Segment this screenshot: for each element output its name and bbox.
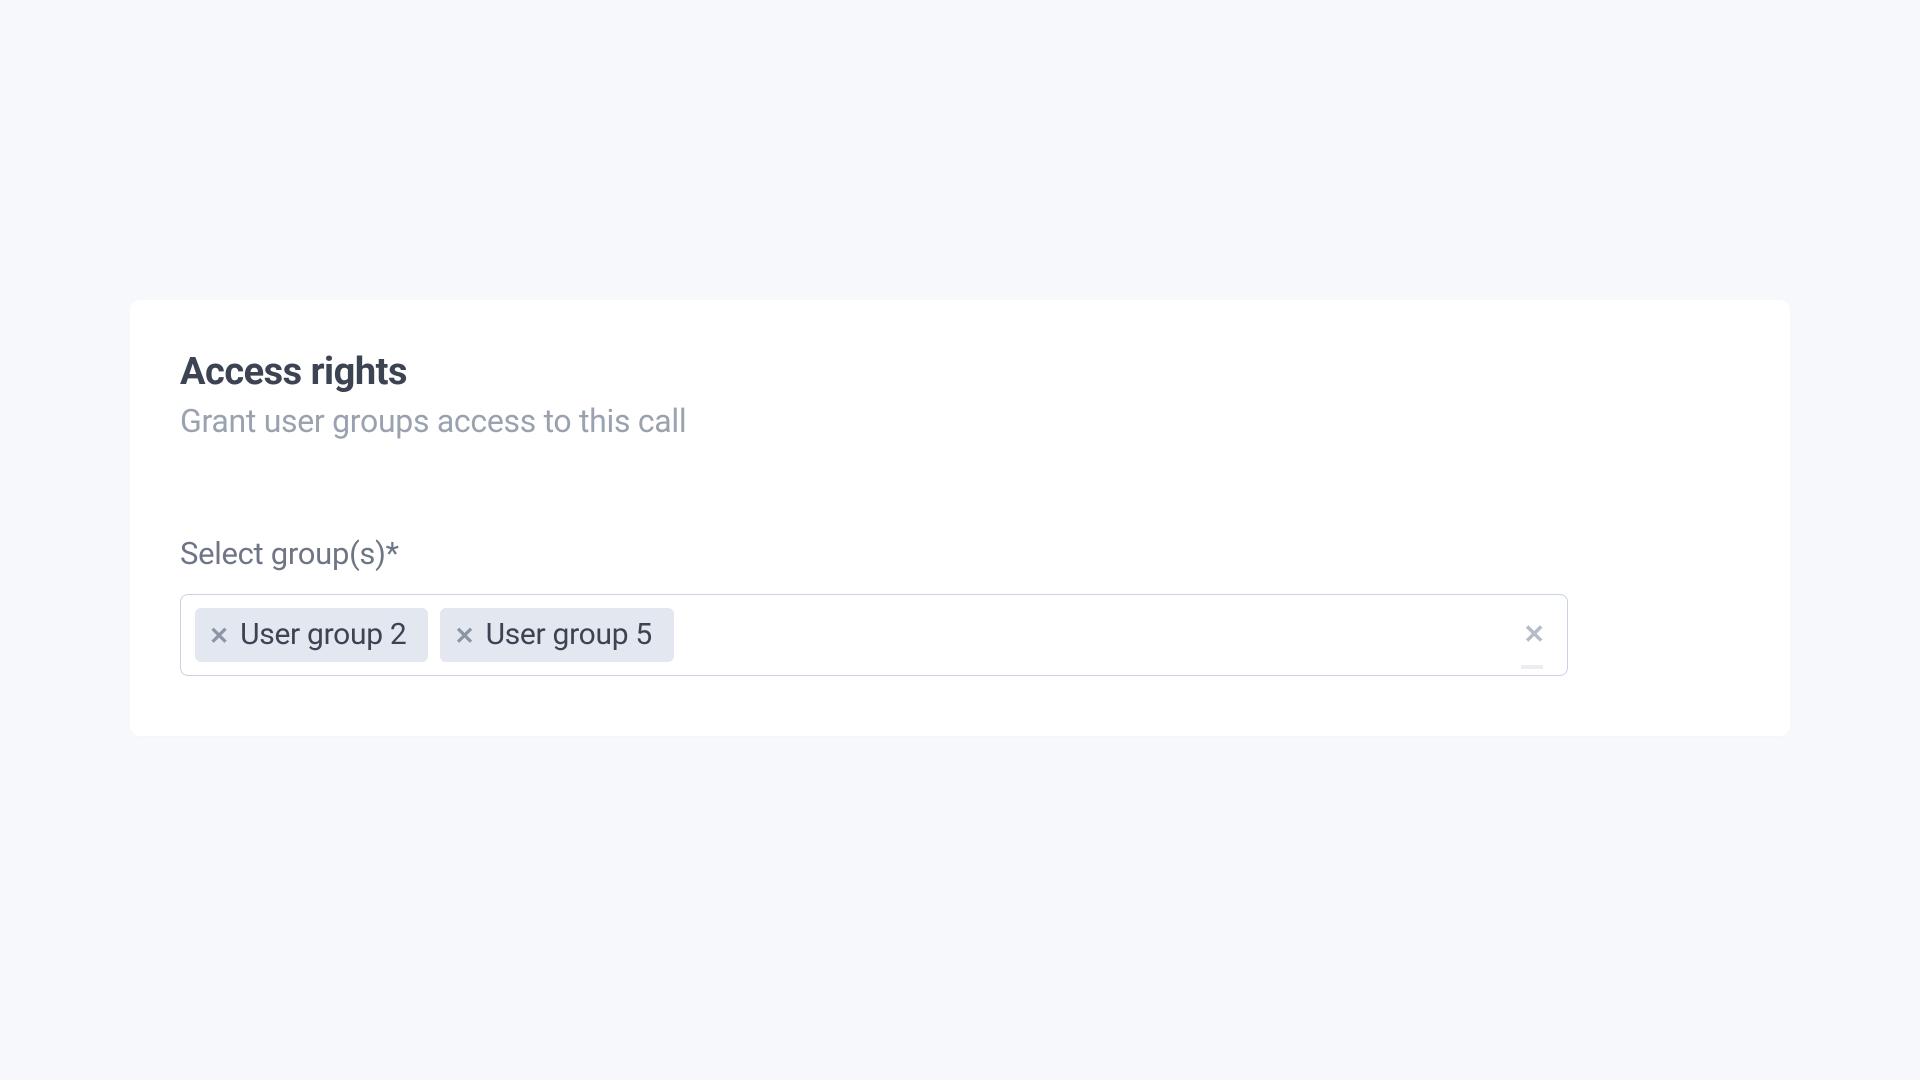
tags-area: ✕ User group 2 ✕ User group 5 (195, 608, 1515, 662)
card-subtitle: Grant user groups access to this call (180, 402, 1740, 440)
clear-all-icon[interactable]: ✕ (1515, 618, 1553, 652)
cursor-underline (1521, 665, 1543, 669)
remove-tag-icon[interactable]: ✕ (454, 624, 474, 648)
access-rights-card: Access rights Grant user groups access t… (130, 300, 1790, 736)
select-groups-label: Select group(s)* (180, 535, 1740, 572)
tag-user-group-2: ✕ User group 2 (195, 608, 428, 662)
tag-user-group-5: ✕ User group 5 (440, 608, 673, 662)
tag-label: User group 2 (240, 617, 406, 653)
remove-tag-icon[interactable]: ✕ (209, 624, 229, 648)
groups-multiselect[interactable]: ✕ User group 2 ✕ User group 5 ✕ (180, 594, 1568, 676)
tag-label: User group 5 (486, 617, 652, 653)
card-title: Access rights (180, 350, 1740, 394)
